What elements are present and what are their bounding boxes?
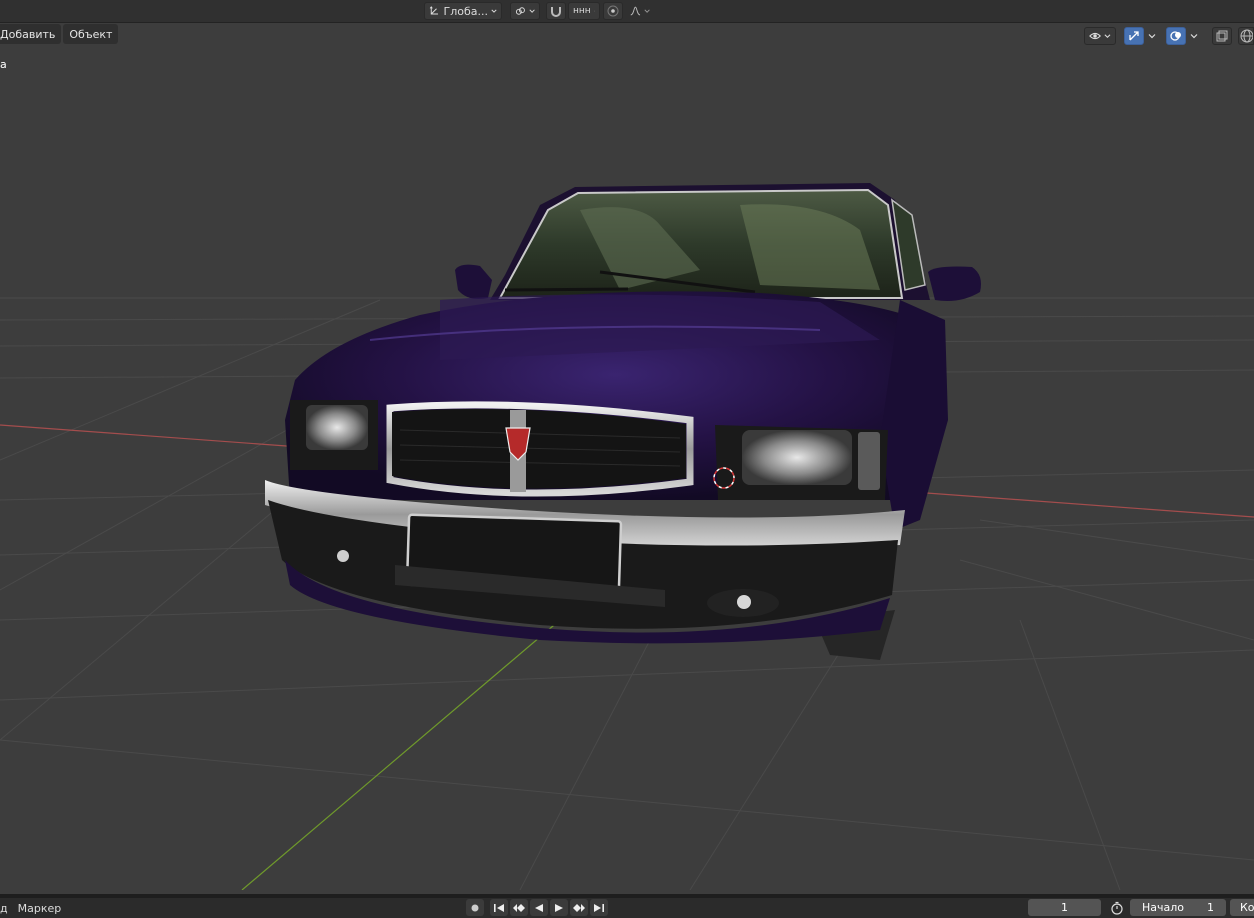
overlay-circles-icon: [1170, 31, 1181, 41]
chevron-down-icon: [644, 9, 650, 13]
snap-group: ннн: [546, 0, 600, 22]
shading-wireframe-button[interactable]: [1238, 27, 1254, 45]
play-reverse-button[interactable]: [530, 899, 548, 916]
next-keyframe-button[interactable]: [570, 899, 588, 916]
marker-menu-button[interactable]: Маркер: [18, 902, 62, 915]
view-menu-button[interactable]: д: [0, 902, 8, 915]
snap-toggle[interactable]: [546, 2, 566, 20]
record-button[interactable]: [466, 899, 484, 916]
frame-end-field[interactable]: Ко: [1230, 899, 1254, 916]
viewport-menu-bar: Добавить Объект: [0, 24, 119, 46]
wireframe-sphere-icon: [1240, 29, 1253, 43]
frame-start-value: 1: [1207, 901, 1214, 914]
snap-target-label: ннн: [573, 6, 591, 16]
jump-end-icon: [594, 903, 604, 912]
pivot-link-icon: [515, 7, 525, 15]
proportional-edit-toggle[interactable]: [603, 2, 623, 20]
frame-start-field[interactable]: Начало 1: [1130, 899, 1226, 916]
xray-toggle[interactable]: [1212, 27, 1232, 45]
magnet-icon: [551, 7, 561, 17]
prev-keyframe-icon: [513, 903, 525, 912]
viewport-header: Глоба... ннн: [0, 0, 1254, 23]
gizmo-dropdown[interactable]: [1146, 32, 1158, 40]
snap-target-dropdown[interactable]: ннн: [568, 2, 600, 20]
xray-squares-icon: [1216, 30, 1228, 42]
chevron-down-icon: [529, 9, 535, 13]
y-axis-line: [241, 619, 561, 890]
play-reverse-icon: [535, 903, 543, 912]
chevron-down-icon: [1190, 34, 1198, 39]
chevron-down-icon: [593, 10, 595, 12]
jump-end-button[interactable]: [590, 899, 608, 916]
play-icon: [555, 903, 563, 912]
viewport-scene: [0, 183, 1254, 890]
orientation-label: Глоба...: [443, 4, 488, 18]
jump-start-icon: [494, 903, 504, 912]
falloff-curve-icon: [630, 6, 641, 16]
overlays-toggle[interactable]: [1166, 27, 1186, 45]
record-dot-icon: [471, 904, 479, 911]
proportional-circle-icon: [607, 5, 619, 17]
stopwatch-icon: [1111, 901, 1123, 915]
falloff-dropdown[interactable]: [625, 2, 655, 20]
current-frame-field[interactable]: 1: [1028, 899, 1101, 916]
preview-range-toggle[interactable]: [1106, 899, 1128, 916]
add-menu-button[interactable]: Добавить: [0, 24, 62, 44]
prev-keyframe-button[interactable]: [510, 899, 528, 916]
viewport-overlay-tools: [1084, 26, 1254, 46]
proportional-group: [603, 0, 655, 22]
3d-viewport[interactable]: Добавить Объект а: [0, 23, 1254, 890]
chevron-down-icon: [1148, 34, 1156, 39]
active-object-label: а: [0, 58, 7, 71]
timeline-header: д Маркер 1 Начало 1 Ко: [0, 894, 1254, 918]
gizmo-toggle[interactable]: [1124, 27, 1144, 45]
chevron-down-icon: [1104, 34, 1111, 39]
play-button[interactable]: [550, 899, 568, 916]
chevron-down-icon: [491, 9, 497, 13]
gizmo-arrows-icon: [1129, 31, 1139, 41]
pivot-point-dropdown[interactable]: [510, 2, 540, 20]
overlays-dropdown[interactable]: [1188, 32, 1200, 40]
eye-icon: [1089, 32, 1101, 40]
object-menu-button[interactable]: Объект: [63, 24, 119, 44]
transform-orientation-dropdown[interactable]: Глоба...: [424, 2, 502, 20]
car-model[interactable]: [265, 183, 981, 660]
transform-orientation-group: Глоба...: [424, 0, 502, 22]
pivot-group: [510, 0, 540, 22]
frame-start-label: Начало: [1142, 901, 1185, 914]
orientation-axes-icon: [429, 6, 439, 15]
visibility-dropdown[interactable]: [1084, 27, 1116, 45]
jump-start-button[interactable]: [490, 899, 508, 916]
timeline-menus: д Маркер: [0, 898, 71, 918]
frame-end-label: Ко: [1240, 901, 1254, 914]
next-keyframe-icon: [573, 903, 585, 912]
playback-controls: [466, 899, 608, 916]
